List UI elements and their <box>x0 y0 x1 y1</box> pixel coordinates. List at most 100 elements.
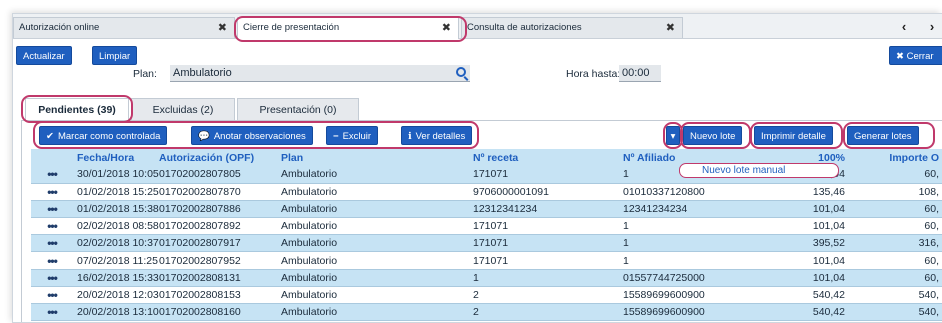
table-row[interactable]: ••• 20/02/2018 12:03 01702002808153 Ambulat… <box>31 286 942 305</box>
cell-recipe: 171071 <box>469 251 619 270</box>
plan-field[interactable]: Ambulatorio <box>170 65 470 82</box>
cell-date: 30/01/2018 10:05 <box>73 166 159 184</box>
cell-date: 02/02/2018 10:37 <box>73 234 159 253</box>
annotate-label: Anotar observaciones <box>213 131 306 142</box>
row-menu-icon[interactable]: ••• <box>31 217 73 236</box>
cell-amount-o: 316, <box>849 234 942 253</box>
tab-label: Consulta de autorizaciones <box>467 22 582 33</box>
cell-date: 07/02/2018 11:25 <box>73 251 158 270</box>
table-row[interactable]: ••• 01/02/2018 15:25 01702002807870 Ambulat… <box>31 183 942 201</box>
comment-icon: 💬 <box>198 131 210 142</box>
tab-label: Cierre de presentación <box>243 22 340 33</box>
cell-affiliate: 12341234234 <box>619 200 741 219</box>
info-icon: ℹ <box>408 131 412 142</box>
col-header-plan[interactable]: Plan <box>277 149 469 166</box>
tab-autorizacion-online[interactable]: Autorización online ✖ <box>13 17 235 38</box>
exclude-label: Excluir <box>342 131 372 142</box>
tab-presentacion[interactable]: Presentación (0) <box>237 98 359 120</box>
cell-recipe: 171071 <box>469 217 619 236</box>
annotate-button[interactable]: 💬 Anotar observaciones <box>191 126 313 145</box>
tab-cierre-de-presentacion[interactable]: Cierre de presentación ✖ <box>237 17 459 39</box>
row-menu-icon[interactable]: ••• <box>31 234 73 253</box>
time-label: Hora hasta: <box>566 68 621 80</box>
print-detail-button[interactable]: Imprimir detalle <box>754 126 833 145</box>
cell-amount-o: 540, <box>849 286 942 305</box>
cell-date: 01/02/2018 15:25 <box>73 183 159 201</box>
cell-plan: Ambulatorio <box>277 217 469 236</box>
cell-amount-100: 540,42 <box>741 286 849 305</box>
cell-recipe: 2 <box>469 286 619 305</box>
cell-plan: Ambulatorio <box>277 183 469 201</box>
new-batch-dropdown-toggle[interactable]: ▾ <box>666 126 680 145</box>
row-menu-icon[interactable]: ••• <box>31 303 73 322</box>
cell-amount-100: 540,42 <box>741 303 849 322</box>
row-menu-icon[interactable]: ••• <box>31 166 73 184</box>
row-menu-icon[interactable]: ••• <box>31 251 73 270</box>
check-icon: ✔ <box>46 131 54 142</box>
time-field[interactable]: 00:00 <box>619 65 661 82</box>
cell-plan: Ambulatorio <box>277 269 469 287</box>
cell-affiliate: 1 <box>619 217 741 236</box>
cell-amount-100: 101,04 <box>741 200 849 219</box>
cell-recipe: 171071 <box>469 234 619 253</box>
tab-label: Autorización online <box>19 22 100 33</box>
cell-affiliate: 15589699600900 <box>619 286 741 305</box>
details-button[interactable]: ℹ Ver detalles <box>401 126 473 145</box>
col-header-date[interactable]: Fecha/Hora <box>73 149 134 166</box>
cell-amount-o: 60, <box>849 251 942 270</box>
plan-value: Ambulatorio <box>173 67 232 79</box>
tab-pendientes[interactable]: Pendientes (39) <box>25 98 129 121</box>
cell-date: 20/02/2018 13:10 <box>73 303 159 322</box>
col-header-actions <box>31 149 73 166</box>
generate-batches-button[interactable]: Generar lotes <box>847 126 919 145</box>
exclude-button[interactable]: − Excluir <box>326 126 379 145</box>
col-header-authorization[interactable]: Autorización (OPF) <box>131 149 277 166</box>
row-menu-icon[interactable]: ••• <box>31 269 73 287</box>
new-batch-button[interactable]: Nuevo lote <box>683 126 743 145</box>
table-row[interactable]: ••• 02/02/2018 10:37 01702002807917 Ambulat… <box>31 234 942 253</box>
cell-recipe: 12312341234 <box>469 200 619 219</box>
details-label: Ver detalles <box>415 131 466 142</box>
table-row[interactable]: ••• 01/02/2018 15:38 01702002807886 Ambulat… <box>31 200 942 219</box>
chevron-right-icon[interactable]: › <box>921 17 942 37</box>
col-header-amount[interactable]: Importe O <box>849 149 942 166</box>
close-icon[interactable]: ✖ <box>442 18 451 38</box>
cell-amount-100: 101,04 <box>741 269 849 287</box>
cell-recipe: 2 <box>469 303 619 322</box>
row-menu-icon[interactable]: ••• <box>31 286 73 305</box>
cell-amount-100: 101,04 <box>741 251 849 270</box>
plan-label: Plan: <box>133 68 157 80</box>
cell-recipe: 1 <box>469 269 619 287</box>
minus-icon: − <box>333 131 339 142</box>
search-icon[interactable] <box>456 67 466 77</box>
new-manual-batch-menu-item[interactable]: Nuevo lote manual <box>679 163 839 178</box>
row-menu-icon[interactable]: ••• <box>31 200 73 219</box>
col-header-recipe[interactable]: Nº receta <box>469 149 619 166</box>
cell-plan: Ambulatorio <box>277 234 469 253</box>
table-row[interactable]: ••• 02/02/2018 08:58 01702002807892 Ambulat… <box>31 217 942 236</box>
cell-amount-o: 60, <box>849 166 942 184</box>
cell-plan: Ambulatorio <box>277 200 469 219</box>
close-icon[interactable]: ✖ <box>218 18 227 38</box>
close-button[interactable]: ✖ Cerrar <box>889 46 942 65</box>
chevron-left-icon[interactable]: ‹ <box>893 17 915 37</box>
cell-affiliate: 1 <box>619 251 741 270</box>
clear-button[interactable]: Limpiar <box>92 46 138 65</box>
row-menu-icon[interactable]: ••• <box>31 183 73 201</box>
cell-amount-o: 540, <box>849 303 942 322</box>
table-row[interactable]: ••• 20/02/2018 13:10 01702002808160 Ambulat… <box>31 303 942 322</box>
close-icon[interactable]: ✖ <box>666 18 675 38</box>
table-row[interactable]: ••• 07/02/2018 11:25 01702002807952 Ambulat… <box>31 251 942 270</box>
cell-date: 16/02/2018 15:33 <box>73 269 159 287</box>
cell-affiliate: 01557744725000 <box>619 269 741 287</box>
tab-excluidas[interactable]: Excluidas (2) <box>131 98 235 120</box>
cell-recipe: 9706000001091 <box>469 183 619 201</box>
window-tab-bar: Autorización online ✖ Cierre de presenta… <box>13 14 942 39</box>
tab-consulta-de-autorizaciones[interactable]: Consulta de autorizaciones ✖ <box>461 17 683 38</box>
mark-controlled-button[interactable]: ✔ Marcar como controlada <box>39 126 168 145</box>
refresh-button[interactable]: Actualizar <box>16 46 72 65</box>
cell-amount-o: 60, <box>849 217 942 236</box>
cell-amount-100: 395,52 <box>741 234 849 253</box>
cell-amount-100: 101,04 <box>741 217 849 236</box>
table-row[interactable]: ••• 16/02/2018 15:33 01702002808131 Ambulat… <box>31 269 942 287</box>
